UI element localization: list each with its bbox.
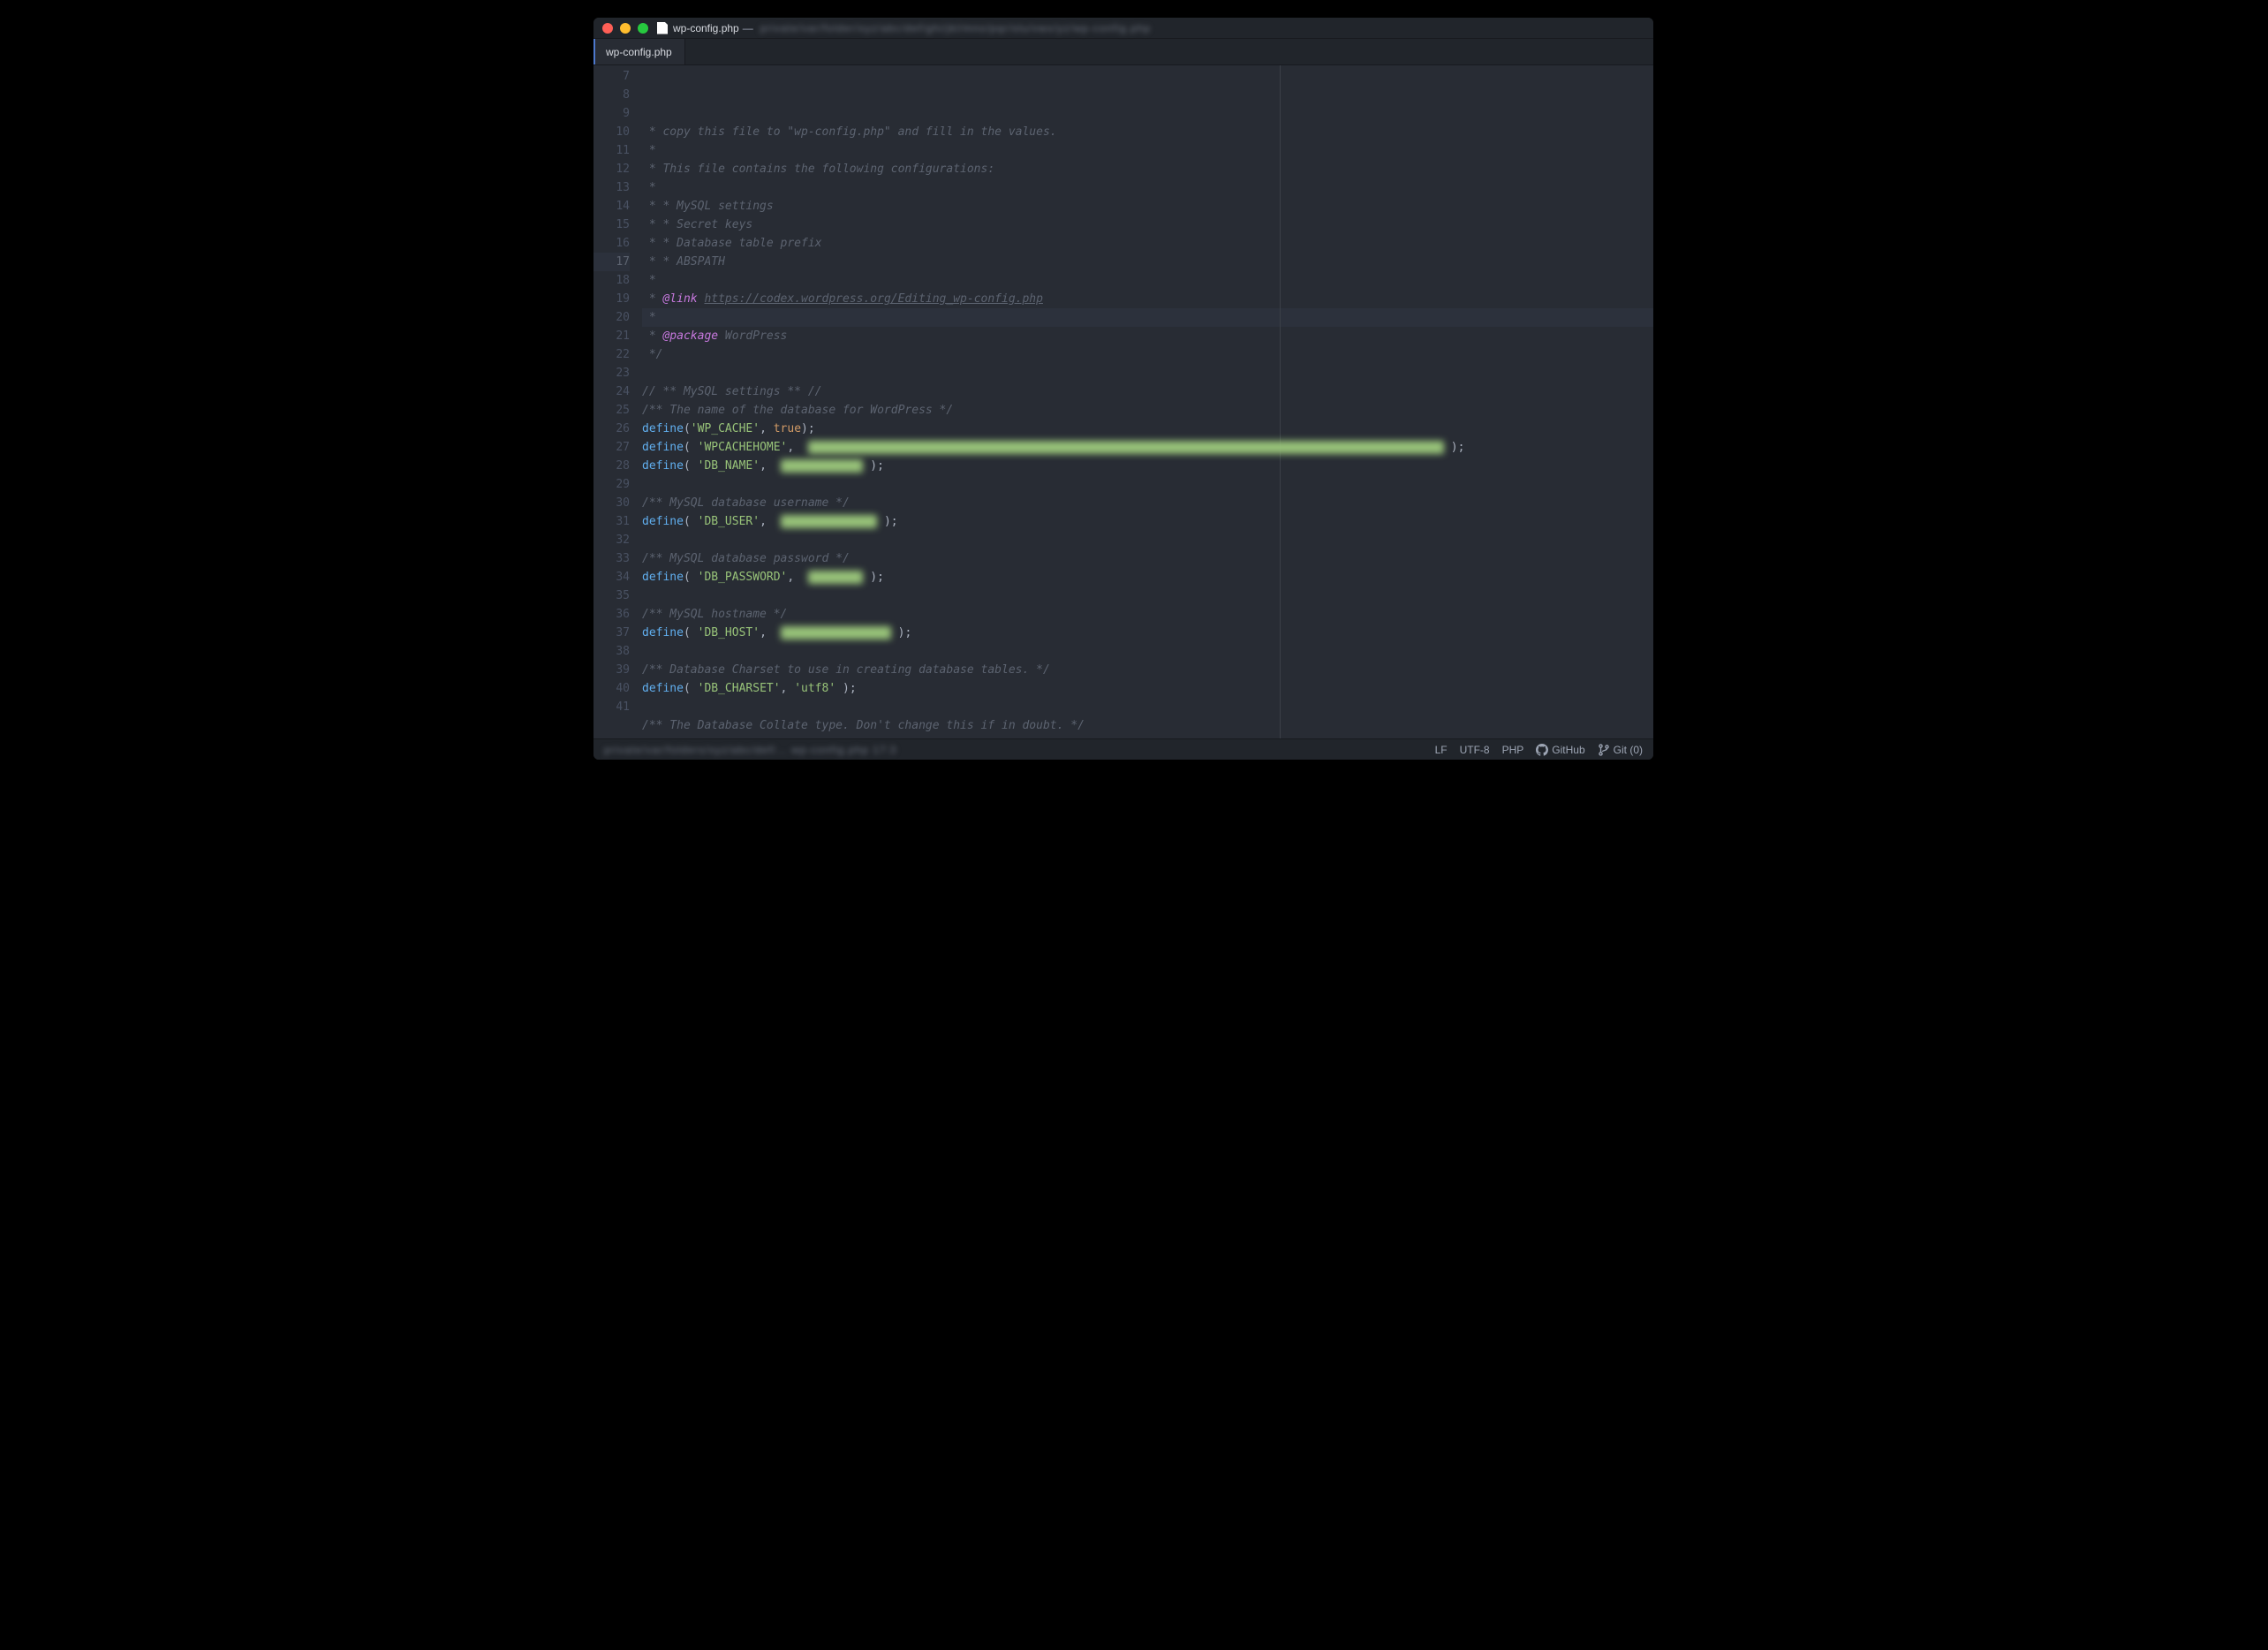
status-github[interactable]: GitHub (1536, 744, 1584, 756)
gutter-line-number: 39 (593, 661, 630, 679)
gutter-line-number: 24 (593, 382, 630, 401)
gutter-line-number: 25 (593, 401, 630, 420)
code-line[interactable]: /** Database Charset to use in creating … (642, 661, 1653, 679)
code-line[interactable]: * (642, 271, 1653, 290)
code-line[interactable]: * copy this file to "wp-config.php" and … (642, 123, 1653, 141)
gutter-line-number: 21 (593, 327, 630, 345)
gutter-line-number: 8 (593, 86, 630, 104)
code-line[interactable]: * @package WordPress (642, 327, 1653, 345)
gutter-line-number: 36 (593, 605, 630, 624)
tab-bar: wp-config.php (593, 39, 1653, 65)
tab-wp-config[interactable]: wp-config.php (593, 39, 685, 64)
code-line[interactable]: /** MySQL database password */ (642, 549, 1653, 568)
code-line[interactable]: define( 'DB_NAME', 'example_db' ); (642, 457, 1653, 475)
code-line[interactable]: * (642, 178, 1653, 197)
code-line[interactable]: */ (642, 345, 1653, 364)
gutter: 7891011121314151617181920212223242526272… (593, 65, 642, 738)
code-line[interactable]: // ** MySQL settings ** // (642, 382, 1653, 401)
window-controls (602, 23, 648, 34)
status-line-ending[interactable]: LF (1435, 744, 1448, 756)
close-icon[interactable] (602, 23, 613, 34)
gutter-line-number: 30 (593, 494, 630, 512)
gutter-line-number: 40 (593, 679, 630, 698)
github-icon (1536, 744, 1548, 756)
status-language[interactable]: PHP (1502, 744, 1524, 756)
code-line[interactable]: define( 'DB_USER', 'example_user' ); (642, 512, 1653, 531)
titlebar: wp-config.php — private/var/folder/xyz/a… (593, 18, 1653, 39)
gutter-line-number: 13 (593, 178, 630, 197)
code-line[interactable]: /** The Database Collate type. Don't cha… (642, 716, 1653, 735)
status-git[interactable]: Git (0) (1598, 744, 1643, 756)
gutter-line-number: 37 (593, 624, 630, 642)
code-line[interactable]: * * Secret keys (642, 216, 1653, 234)
gutter-line-number: 41 (593, 698, 630, 716)
code-line[interactable]: define( 'DB_PASSWORD', 'secret' ); (642, 568, 1653, 587)
code-line[interactable]: define( 'WPCACHEHOME', '/private/var/fol… (642, 438, 1653, 457)
code-line[interactable]: /** MySQL database username */ (642, 494, 1653, 512)
code-line[interactable]: define( 'DB_HOST', 'db.example.com' ); (642, 624, 1653, 642)
gutter-line-number: 14 (593, 197, 630, 216)
gutter-line-number: 12 (593, 160, 630, 178)
gutter-line-number: 33 (593, 549, 630, 568)
tab-label: wp-config.php (606, 46, 672, 58)
code-line[interactable]: define( 'DB_COLLATE', '' ); (642, 735, 1653, 738)
code-line[interactable] (642, 698, 1653, 716)
code-line[interactable]: define( 'DB_CHARSET', 'utf8' ); (642, 679, 1653, 698)
code-line[interactable]: /** MySQL hostname */ (642, 605, 1653, 624)
status-bar: private/var/folders/xyz/abc/def/... wp-c… (593, 738, 1653, 760)
gutter-line-number: 10 (593, 123, 630, 141)
minimize-icon[interactable] (620, 23, 631, 34)
editor-area[interactable]: 7891011121314151617181920212223242526272… (593, 65, 1653, 738)
window-title-sep: — (743, 22, 753, 34)
gutter-line-number: 7 (593, 67, 630, 86)
code-line[interactable] (642, 587, 1653, 605)
gutter-line-number: 26 (593, 420, 630, 438)
gutter-line-number: 11 (593, 141, 630, 160)
gutter-line-number: 15 (593, 216, 630, 234)
code-line[interactable]: * * ABSPATH (642, 253, 1653, 271)
gutter-line-number: 22 (593, 345, 630, 364)
code-line[interactable]: * * MySQL settings (642, 197, 1653, 216)
gutter-line-number: 20 (593, 308, 630, 327)
code-line[interactable]: * (642, 308, 1653, 327)
gutter-line-number: 19 (593, 290, 630, 308)
code-line[interactable]: * This file contains the following confi… (642, 160, 1653, 178)
gutter-line-number: 29 (593, 475, 630, 494)
gutter-line-number: 35 (593, 587, 630, 605)
gutter-line-number: 28 (593, 457, 630, 475)
code-line[interactable]: * * Database table prefix (642, 234, 1653, 253)
gutter-line-number: 34 (593, 568, 630, 587)
code-content[interactable]: * copy this file to "wp-config.php" and … (642, 65, 1653, 738)
code-line[interactable] (642, 364, 1653, 382)
gutter-line-number: 32 (593, 531, 630, 549)
code-line[interactable] (642, 642, 1653, 661)
gutter-line-number: 27 (593, 438, 630, 457)
code-line[interactable]: * (642, 141, 1653, 160)
file-icon (657, 22, 668, 34)
gutter-line-number: 38 (593, 642, 630, 661)
gutter-line-number: 31 (593, 512, 630, 531)
gutter-line-number: 16 (593, 234, 630, 253)
status-path: private/var/folders/xyz/abc/def/... wp-c… (604, 744, 1435, 756)
git-branch-icon (1598, 744, 1610, 756)
maximize-icon[interactable] (638, 23, 648, 34)
code-line[interactable]: define('WP_CACHE', true); (642, 420, 1653, 438)
editor-window: wp-config.php — private/var/folder/xyz/a… (593, 18, 1653, 760)
window-title-filename: wp-config.php (673, 22, 739, 34)
status-encoding[interactable]: UTF-8 (1460, 744, 1490, 756)
window-title-path: private/var/folder/xyz/abc/def/ghi/jkl/m… (760, 22, 1152, 34)
gutter-line-number: 17 (593, 253, 630, 271)
gutter-line-number: 23 (593, 364, 630, 382)
code-line[interactable]: * @link https://codex.wordpress.org/Edit… (642, 290, 1653, 308)
gutter-line-number: 18 (593, 271, 630, 290)
code-line[interactable] (642, 475, 1653, 494)
code-line[interactable]: /** The name of the database for WordPre… (642, 401, 1653, 420)
gutter-line-number: 9 (593, 104, 630, 123)
code-line[interactable] (642, 531, 1653, 549)
